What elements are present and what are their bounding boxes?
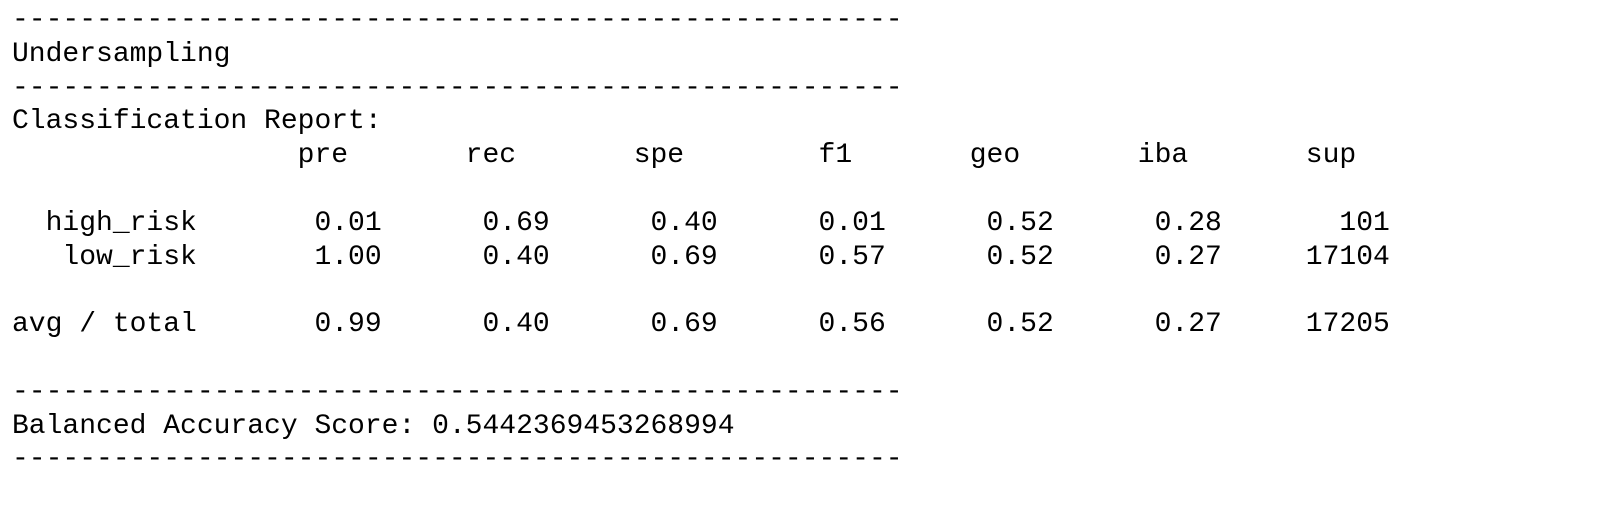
separator-line: ----------------------------------------…: [12, 444, 903, 476]
separator-line: ----------------------------------------…: [12, 376, 903, 408]
console-output: ----------------------------------------…: [12, 4, 1390, 477]
report-heading: Classification Report:: [12, 106, 382, 138]
report-row-high-risk: high_risk 0.01 0.69 0.40 0.01 0.52 0.28 …: [12, 207, 1390, 239]
report-row-low-risk: low_risk 1.00 0.40 0.69 0.57 0.52 0.27 1…: [12, 241, 1390, 273]
report-row-avg-total: avg / total 0.99 0.40 0.69 0.56 0.52 0.2…: [12, 309, 1390, 341]
separator-line: ----------------------------------------…: [12, 5, 903, 36]
balanced-accuracy-line: Balanced Accuracy Score: 0.5442369453268…: [12, 410, 735, 442]
section-title: Undersampling: [12, 38, 231, 70]
separator-line: ----------------------------------------…: [12, 72, 903, 104]
report-header-row: pre rec spe f1 geo iba sup: [12, 140, 1357, 172]
